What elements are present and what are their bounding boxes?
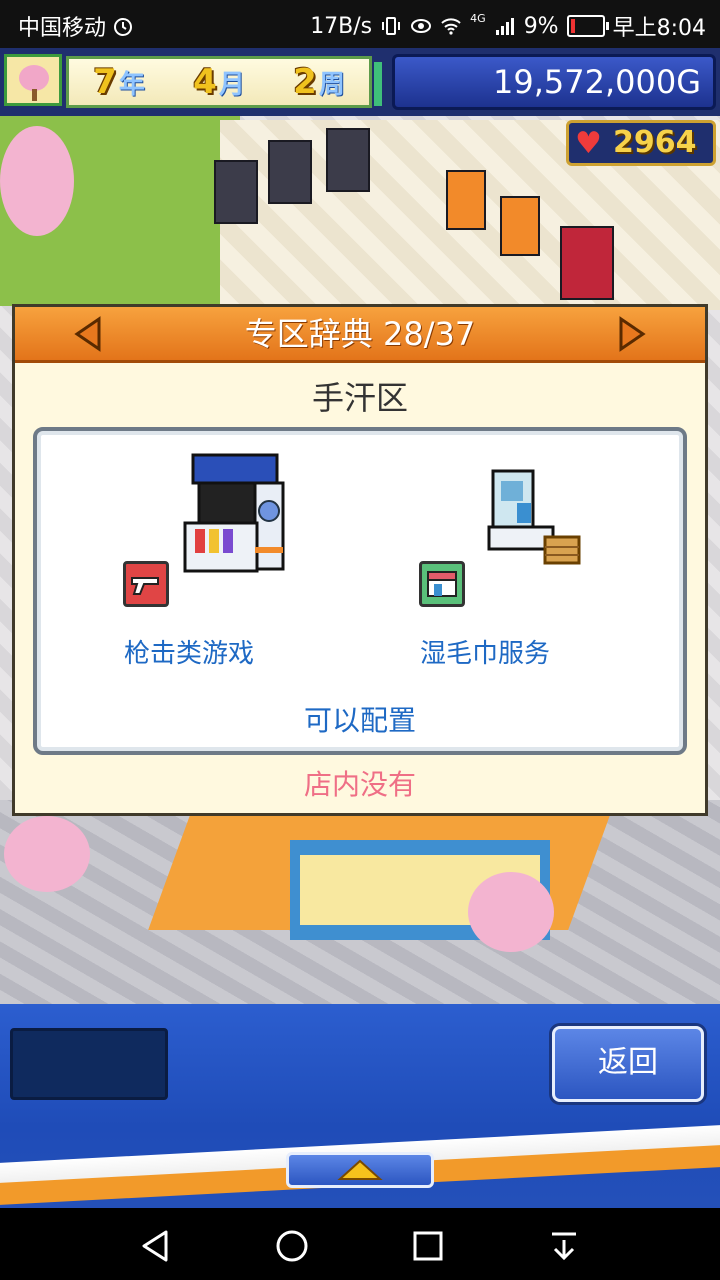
expand-menu-button[interactable] bbox=[286, 1152, 434, 1188]
bottom-panel: 返回 bbox=[0, 1004, 720, 1208]
cherry-tree bbox=[4, 816, 90, 892]
recents-square-icon bbox=[413, 1231, 443, 1261]
heart-icon: ♥ bbox=[575, 126, 602, 161]
arcade-machine bbox=[214, 160, 258, 224]
carrier-label: 中国移动 bbox=[18, 16, 107, 41]
cherry-tree bbox=[468, 872, 554, 952]
month-number: 4 bbox=[193, 62, 217, 102]
week-unit: 周 bbox=[318, 70, 345, 100]
arcade-machine bbox=[560, 226, 614, 300]
popularity-counter: ♥ 2964 bbox=[566, 120, 716, 166]
hud-divider bbox=[374, 62, 382, 106]
placeable-status: 可以配置 bbox=[303, 704, 416, 737]
dialog-title: 专区辞典 28/37 bbox=[244, 315, 476, 353]
popularity-value: 2964 bbox=[613, 125, 697, 160]
year-number: 7 bbox=[93, 62, 117, 102]
item-label: 枪击类游戏 bbox=[123, 639, 254, 669]
network-type: 4G bbox=[470, 11, 486, 25]
arcade-machine bbox=[326, 128, 370, 192]
store-thumbnail-button[interactable] bbox=[4, 54, 62, 106]
requirement-item-towel-service[interactable]: 湿毛巾服务 bbox=[397, 431, 697, 681]
home-nav-button[interactable] bbox=[272, 1226, 312, 1266]
week-number: 2 bbox=[293, 62, 317, 102]
battery-icon bbox=[566, 15, 609, 37]
zone-requirements-panel: 枪击类游戏 湿毛巾服务 可以配置 bbox=[33, 427, 687, 755]
sync-icon bbox=[112, 15, 134, 37]
year-unit: 年 bbox=[118, 70, 145, 100]
in-store-status: 店内没有 bbox=[303, 768, 416, 801]
game-hud: 7年 4月 2周 19,572,000G bbox=[0, 48, 720, 116]
zone-dictionary-dialog: 专区辞典 28/37 手汗区 枪击类游戏 湿毛巾服务 可以配置 店内没有 bbox=[12, 304, 708, 816]
arcade-machine bbox=[500, 196, 540, 256]
towel-service-stand-icon bbox=[487, 469, 581, 565]
cherry-tree bbox=[0, 126, 74, 236]
money-display: 19,572,000G bbox=[392, 54, 716, 110]
arcade-machine bbox=[268, 140, 312, 204]
triangle-up-icon bbox=[337, 1159, 383, 1180]
arrow-right-icon bbox=[619, 316, 646, 352]
date-display: 7年 4月 2周 bbox=[66, 56, 372, 108]
item-label: 湿毛巾服务 bbox=[419, 639, 550, 669]
notification-shade-button[interactable] bbox=[544, 1226, 584, 1266]
recents-nav-button[interactable] bbox=[408, 1226, 448, 1266]
status-bar: 中国移动 17B/s 4G 9% 早上8:04 bbox=[0, 0, 720, 48]
info-box bbox=[10, 1028, 168, 1100]
home-circle-icon bbox=[276, 1230, 308, 1262]
clock: 早上8:04 bbox=[612, 16, 706, 41]
pull-down-icon bbox=[552, 1232, 576, 1261]
back-triangle-icon bbox=[142, 1230, 168, 1262]
battery-percent: 9% bbox=[523, 13, 559, 39]
zone-name: 手汗区 bbox=[311, 379, 408, 417]
signal-icon bbox=[494, 15, 516, 37]
eye-icon bbox=[410, 15, 432, 37]
dialog-header: 专区辞典 28/37 bbox=[15, 307, 705, 363]
shooting-game-machine-icon bbox=[183, 453, 285, 573]
cherry-tree-icon bbox=[19, 65, 49, 91]
wifi-icon bbox=[440, 15, 462, 37]
system-nav-bar bbox=[0, 1208, 720, 1280]
gun-category-icon bbox=[123, 561, 169, 607]
back-nav-button[interactable] bbox=[136, 1226, 176, 1266]
requirement-item-gun-game[interactable]: 枪击类游戏 bbox=[97, 431, 397, 681]
net-speed: 17B/s bbox=[310, 13, 373, 39]
next-arrow-button[interactable] bbox=[613, 315, 649, 353]
vibrate-icon bbox=[380, 15, 402, 37]
service-category-icon bbox=[419, 561, 465, 607]
month-unit: 月 bbox=[218, 70, 245, 100]
arcade-machine bbox=[446, 170, 486, 230]
back-button[interactable]: 返回 bbox=[552, 1026, 704, 1102]
